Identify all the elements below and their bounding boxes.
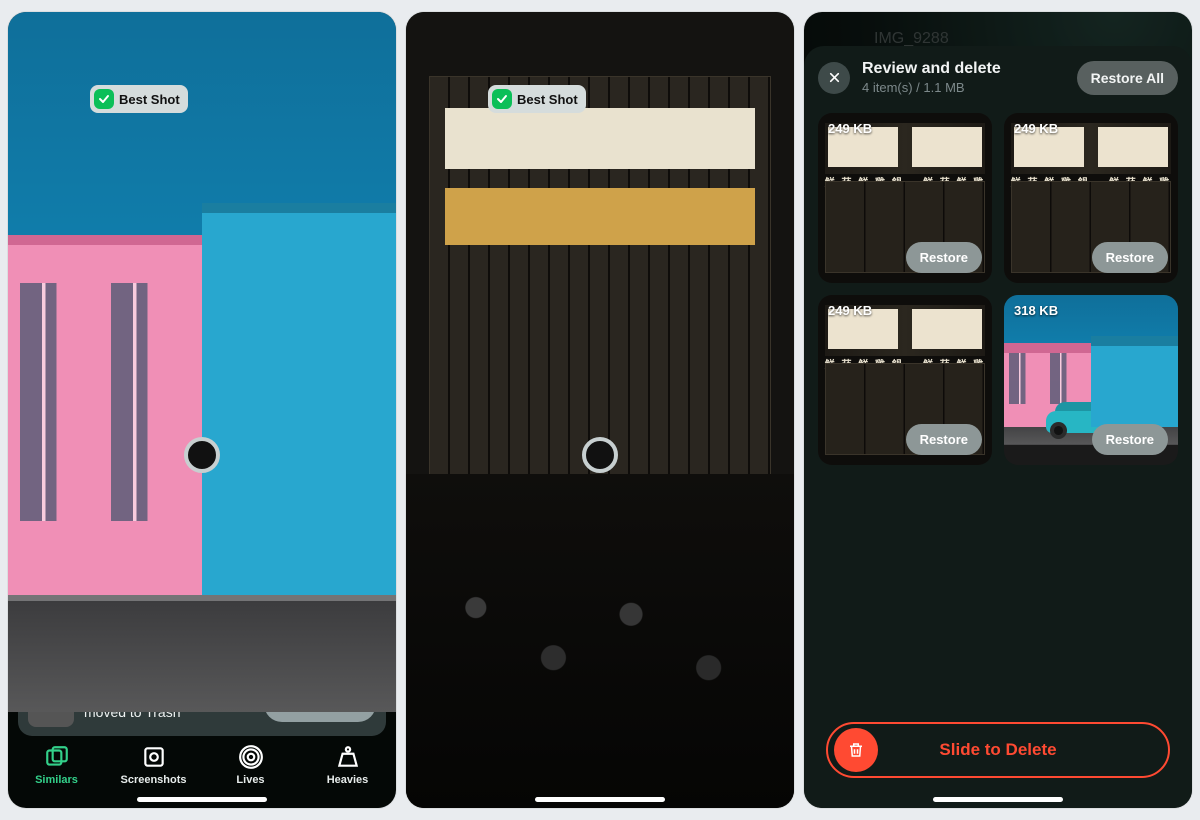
- review-item[interactable]: 318 KB Restore: [1004, 295, 1178, 465]
- restore-button[interactable]: Restore: [906, 242, 982, 273]
- sheet-header: Review and delete 4 item(s) / 1.1 MB Res…: [818, 60, 1178, 95]
- best-shot-badge: Best Shot: [488, 85, 586, 113]
- home-indicator[interactable]: [933, 797, 1063, 802]
- review-item[interactable]: 鮮 茹 鮮 雞 鍋 鮮 茹 鮮 雞 鍋 249 KB Restore: [818, 295, 992, 465]
- trash-status-bar: 4 items / 1.1 MB moved to Trash Empty Tr…: [416, 672, 784, 736]
- item-size: 249 KB: [1014, 121, 1058, 136]
- home-indicator[interactable]: [535, 797, 665, 802]
- close-icon: [828, 71, 841, 84]
- review-grid: 鮮 茹 鮮 雞 鍋 鮮 茹 鮮 雞 鍋 249 KB Restore 鮮 茹 鮮…: [818, 113, 1178, 465]
- restore-all-button[interactable]: Restore All: [1077, 61, 1178, 95]
- selection-toggle[interactable]: [184, 437, 220, 473]
- trash-thumbnail: [28, 681, 74, 727]
- item-size: 249 KB: [828, 121, 872, 136]
- sheet-subtitle: 4 item(s) / 1.1 MB: [862, 80, 1001, 95]
- close-button[interactable]: [818, 62, 850, 94]
- item-size: 249 KB: [828, 303, 872, 318]
- trash-status-bar: 1 items / 318 KB moved to Trash Empty Tr…: [18, 672, 386, 736]
- review-item[interactable]: 鮮 茹 鮮 雞 鍋 鮮 茹 鮮 雞 鍋 249 KB Restore: [818, 113, 992, 283]
- review-sheet: Review and delete 4 item(s) / 1.1 MB Res…: [804, 46, 1192, 808]
- home-indicator[interactable]: [137, 797, 267, 802]
- selection-toggle[interactable]: [582, 437, 618, 473]
- phone-similars-two-selected: IMG_9288 June 21, 2024 • 8:47 PM: [406, 12, 794, 808]
- best-shot-badge: Best Shot: [90, 85, 188, 113]
- restore-button[interactable]: Restore: [1092, 242, 1168, 273]
- phone-similars-empty-selection: IMG_9724 June 21, 2024 • 8:50 PM Best Sh…: [8, 12, 396, 808]
- review-item[interactable]: 鮮 茹 鮮 雞 鍋 鮮 茹 鮮 雞 鍋 249 KB Restore: [1004, 113, 1178, 283]
- checkmark-icon: [94, 89, 114, 109]
- slide-to-delete[interactable]: Slide to Delete: [826, 722, 1170, 778]
- sheet-title: Review and delete: [862, 60, 1001, 78]
- slide-label: Slide to Delete: [828, 740, 1168, 760]
- restore-button[interactable]: Restore: [1092, 424, 1168, 455]
- restore-button[interactable]: Restore: [906, 424, 982, 455]
- item-size: 318 KB: [1014, 303, 1058, 318]
- trash-thumbnail: [426, 681, 472, 727]
- phone-review-delete: IMG_9288 Review and delete 4 item(s) / 1…: [804, 12, 1192, 808]
- checkmark-icon: [492, 89, 512, 109]
